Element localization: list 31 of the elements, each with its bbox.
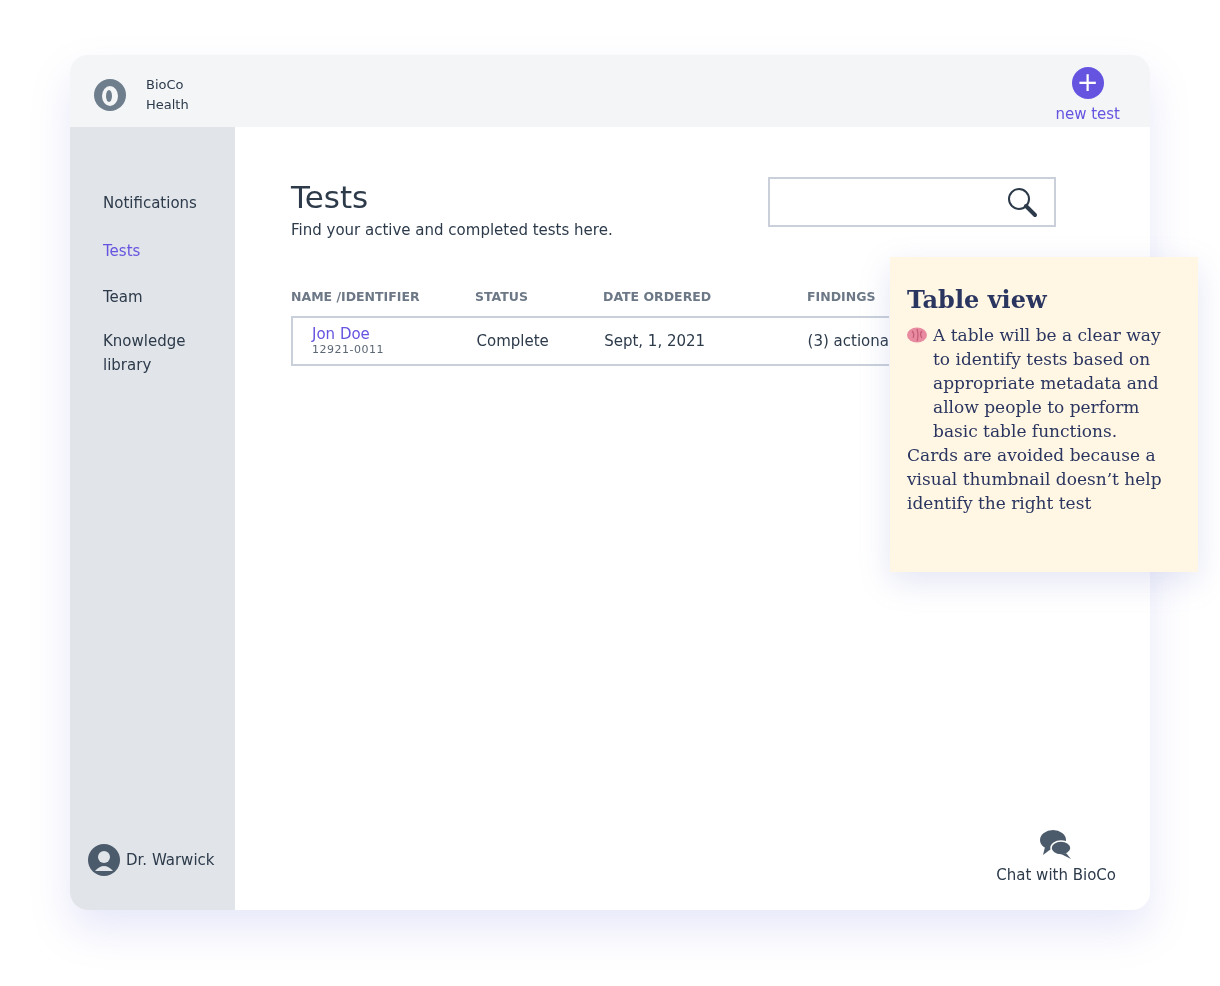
column-header: STATUS (475, 289, 529, 304)
column-header: DATE ORDERED (603, 289, 713, 304)
table-row[interactable]: Jon Doe 12921-0011 Complete Sept, 1, 2021 (3) actiona (291, 316, 889, 366)
search-field[interactable] (768, 177, 1056, 227)
user-name: Dr. Warwick (126, 851, 215, 869)
avatar-icon (88, 844, 120, 876)
column-header: NAME /IDENTIFIER (291, 289, 421, 304)
chat-bubbles-icon (1039, 828, 1074, 860)
nav-link[interactable]: Knowledge library (103, 329, 213, 377)
nav-link[interactable]: Tests (103, 239, 213, 263)
note-title: Table view (907, 285, 1048, 315)
table-cell: (3) actiona (807, 332, 889, 350)
brand-name: Health (146, 96, 189, 114)
brand-name: BioCo (146, 76, 185, 94)
page-subtitle: Find your active and completed tests here. (291, 221, 613, 239)
search-icon (1006, 186, 1038, 218)
column-header: FINDINGS (807, 289, 876, 304)
brain-icon (907, 327, 927, 343)
note-text: A table will be a clear way to identify tests based on appropriate metadata and allow people to perform basic table functions. (933, 324, 1162, 443)
nav-link[interactable]: Team (103, 285, 213, 309)
patient-link[interactable]: Jon Doe (312, 326, 477, 343)
plus-icon: + (1071, 67, 1104, 99)
new-test-button[interactable]: + new test (1055, 67, 1120, 123)
table-cell-text: Complete (476, 332, 550, 350)
chat-button[interactable]: Chat with BioCo (996, 828, 1116, 884)
page-title: Tests (291, 178, 370, 217)
nav-link[interactable]: Notifications (103, 191, 213, 215)
table-cell-text: Sept, 1, 2021 (604, 332, 707, 350)
note-text: Cards are avoided because a visual thumbnail doesn’t help identify the right test (907, 444, 1163, 515)
logo-icon (94, 79, 126, 111)
patient-id: 12921-0011 (312, 343, 385, 356)
